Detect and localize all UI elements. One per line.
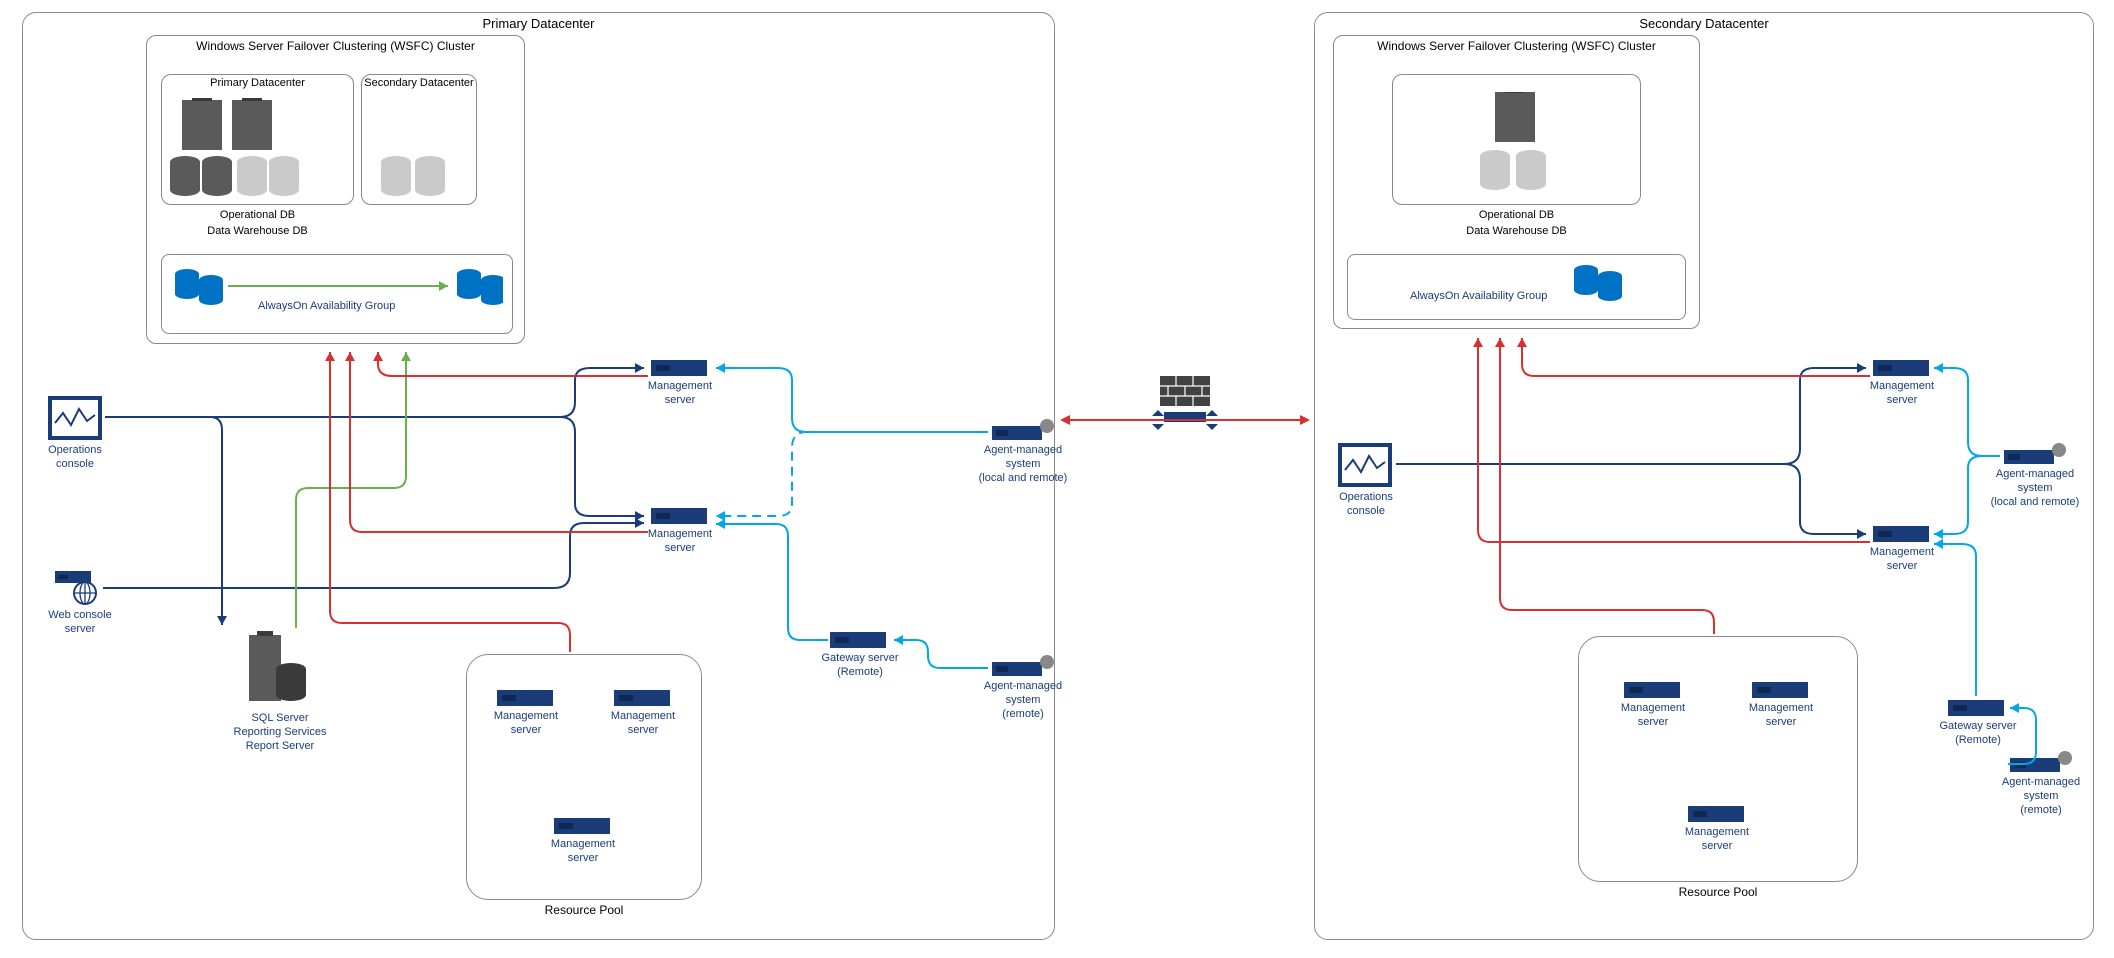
secondary-connectors bbox=[1314, 0, 2104, 940]
firewall-red-link bbox=[1056, 410, 1314, 430]
primary-connectors bbox=[0, 0, 1060, 940]
